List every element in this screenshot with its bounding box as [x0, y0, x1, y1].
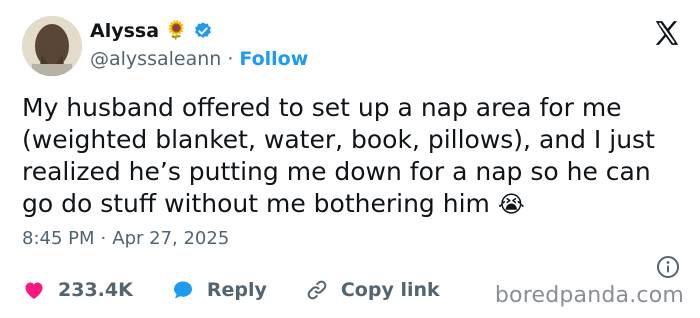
display-name[interactable]: Alyssa [90, 20, 159, 42]
link-icon [307, 280, 327, 300]
heart-icon [25, 282, 43, 299]
info-icon[interactable] [656, 255, 680, 279]
follow-button[interactable]: Follow [239, 48, 308, 70]
verified-badge-icon [193, 21, 213, 41]
tweet-header: Alyssa 🌻 @alyssaleann · Follow [22, 16, 682, 78]
action-bar: 233.4K Reply Copy link [22, 278, 478, 302]
tweet-time[interactable]: 8:45 PM [22, 228, 95, 249]
tweet-date[interactable]: Apr 27, 2025 [112, 228, 229, 249]
sunflower-emoji: 🌻 [165, 20, 188, 41]
watermark: boredpanda.com [494, 283, 684, 308]
separator-dot: · [100, 228, 107, 249]
like-count: 233.4K [58, 279, 133, 301]
avatar[interactable] [22, 16, 82, 76]
tweet-body: My husband offered to set up a nap area … [22, 92, 682, 221]
separator-dot: · [227, 48, 234, 70]
name-row: Alyssa 🌻 [90, 20, 213, 42]
x-logo-icon[interactable] [652, 18, 682, 48]
tweet-text: My husband offered to set up a nap area … [22, 93, 655, 218]
crying-emoji: 😭 [497, 192, 525, 218]
reply-button[interactable]: Reply [171, 278, 267, 302]
handle-row: @alyssaleann · Follow [90, 48, 308, 70]
user-handle[interactable]: @alyssaleann [90, 48, 221, 70]
copy-link-button[interactable]: Copy link [305, 278, 440, 302]
reply-bubble-icon [173, 281, 192, 299]
reply-label: Reply [206, 279, 267, 301]
tweet-meta: 8:45 PM · Apr 27, 2025 [22, 228, 229, 249]
copy-link-label: Copy link [340, 279, 440, 301]
like-button[interactable]: 233.4K [22, 278, 133, 302]
